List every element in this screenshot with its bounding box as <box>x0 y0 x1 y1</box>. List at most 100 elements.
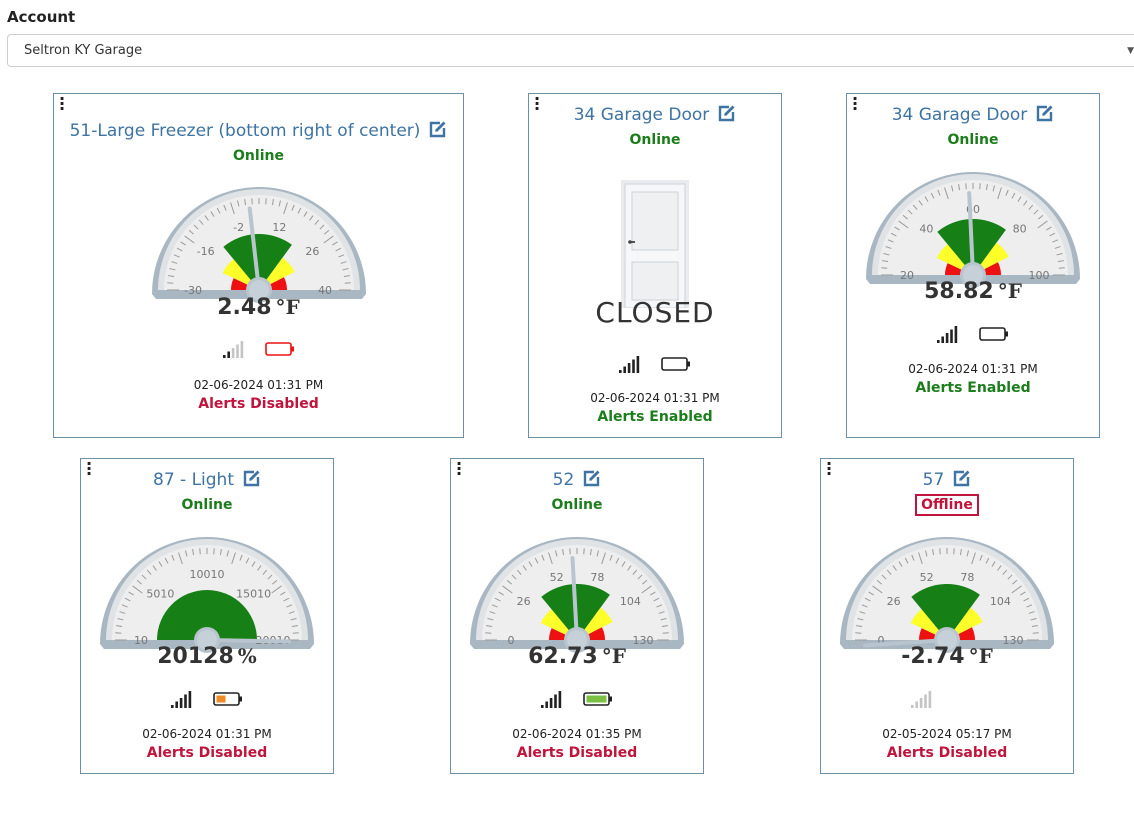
status-badge: Online <box>181 497 233 513</box>
signal-icon <box>619 356 640 373</box>
last-update-timestamp: 02-06-2024 01:31 PM <box>908 362 1038 376</box>
edit-icon[interactable] <box>1035 104 1054 123</box>
device-title-row: 34 Garage Door <box>847 104 1099 125</box>
reading-unit: °F <box>275 295 300 319</box>
device-reading: -2.74 °F <box>821 644 1073 669</box>
door-container <box>621 180 689 312</box>
status-badge: Online <box>233 148 284 164</box>
battery-icon <box>979 327 1008 341</box>
edit-icon[interactable] <box>717 104 736 123</box>
chevron-down-icon[interactable]: ▼ <box>1127 46 1134 56</box>
device-indicators <box>821 689 1073 708</box>
device-reading: 2.48 °F <box>54 295 463 320</box>
device-indicators <box>81 689 333 708</box>
gauge-tick-label: 52 <box>920 571 934 584</box>
gauge-container: 105010100101501020010 <box>96 529 318 658</box>
signal-icon <box>171 691 192 708</box>
account-selected-value: Seltron KY Garage <box>24 43 143 58</box>
edit-icon[interactable] <box>952 469 971 488</box>
gauge-tick-label: 10010 <box>190 568 225 581</box>
gauge-tick-label: 78 <box>590 571 604 584</box>
device-title[interactable]: 51-Large Freezer (bottom right of center… <box>70 121 421 141</box>
device-title-row: 57 <box>821 469 1073 490</box>
alerts-status[interactable]: Alerts Disabled <box>81 745 333 761</box>
device-title-row: 87 - Light <box>81 469 333 490</box>
signal-icon <box>222 341 243 358</box>
device-reading: 62.73 °F <box>451 644 703 669</box>
signal-icon <box>541 691 562 708</box>
device-reading: 58.82 °F <box>847 279 1099 304</box>
gauge-tick-label: 52 <box>550 571 564 584</box>
account-select[interactable]: Seltron KY Garage ▼ <box>7 34 1134 67</box>
gauge: 02652 78104130 <box>470 537 684 653</box>
gauge-container: 0 26 52 78 104 130 <box>836 529 1058 658</box>
gauge-tick-label: 78 <box>960 571 974 584</box>
edit-icon[interactable] <box>582 469 601 488</box>
battery-icon <box>953 690 983 708</box>
gauge-tick-label: 80 <box>1013 222 1027 235</box>
device-title[interactable]: 34 Garage Door <box>574 105 710 125</box>
battery-icon <box>213 692 242 706</box>
device-card: · · · 51-Large Freezer (bottom right of cen… <box>53 91 464 438</box>
gauge-tick-label: 40 <box>919 222 933 235</box>
device-status: Online <box>847 132 1099 148</box>
signal-icon <box>937 326 958 343</box>
kebab-menu-icon[interactable]: · · · <box>58 91 66 117</box>
device-indicators <box>529 354 781 373</box>
device-status: Online <box>81 497 333 513</box>
device-title-row: 52 <box>451 469 703 490</box>
alerts-status[interactable]: Alerts Enabled <box>529 409 781 425</box>
door-image <box>621 180 689 309</box>
device-status: Online <box>529 132 781 148</box>
alerts-status[interactable]: Alerts Enabled <box>847 380 1099 396</box>
device-status: Online <box>54 148 463 164</box>
device-title[interactable]: 87 - Light <box>153 470 234 490</box>
gauge-tick-label: -2 <box>233 221 244 234</box>
last-update-timestamp: 02-06-2024 01:31 PM <box>590 391 720 405</box>
alerts-status[interactable]: Alerts Disabled <box>821 745 1073 761</box>
gauge: 105010100101501020010 <box>100 537 314 653</box>
gauge-tick-label: 26 <box>305 245 319 258</box>
device-status: Online <box>451 497 703 513</box>
device-card: · · · 34 Garage Door Online 20 40 60 80 100 58.82 °… <box>846 91 1100 438</box>
reading-unit: % <box>237 644 257 668</box>
device-status: Offline <box>821 494 1073 516</box>
reading-value: 20128 <box>157 644 234 669</box>
reading-unit: °F <box>601 644 626 668</box>
alerts-status[interactable]: Alerts Disabled <box>54 396 463 412</box>
gauge: 02652 78104130 <box>840 537 1054 653</box>
last-update-timestamp: 02-06-2024 01:31 PM <box>193 378 324 392</box>
gauge: -30-16-2 122640 <box>151 187 366 303</box>
battery-icon <box>583 692 612 706</box>
edit-icon[interactable] <box>428 120 447 139</box>
reading-value: 58.82 <box>924 279 994 304</box>
device-indicators <box>54 339 463 358</box>
gauge-container: 0 26 52 78 104 130 <box>466 529 688 658</box>
status-badge: Online <box>947 132 999 148</box>
edit-icon[interactable] <box>242 469 261 488</box>
device-reading: 20128% <box>81 644 333 669</box>
device-title[interactable]: 34 Garage Door <box>892 105 1028 125</box>
gauge: 20406080100 <box>866 172 1080 288</box>
last-update-timestamp: 02-06-2024 01:35 PM <box>512 727 642 741</box>
gauge-tick-label: 12 <box>272 221 286 234</box>
gauge-tick-label: 5010 <box>146 587 174 600</box>
device-indicators <box>451 689 703 708</box>
device-card: · · · 34 Garage Door Online CLOSED 02-06-2024 … <box>528 91 782 438</box>
device-title[interactable]: 52 <box>553 470 575 490</box>
device-title[interactable]: 57 <box>923 470 945 490</box>
device-card: · · · 57 Offline 0 26 52 78 104 130 -2.74 °F 02-05-20… <box>820 456 1074 774</box>
last-update-timestamp: 02-06-2024 01:31 PM <box>142 727 272 741</box>
door-state-label: CLOSED <box>595 296 715 329</box>
device-title-row: 34 Garage Door <box>529 104 781 125</box>
reading-value: 62.73 <box>528 644 598 669</box>
alerts-status[interactable]: Alerts Disabled <box>451 745 703 761</box>
reading-value: -2.74 <box>901 644 965 669</box>
signal-icon <box>911 691 932 708</box>
gauge-tick-label: 15010 <box>236 587 271 600</box>
reading-unit: °F <box>968 644 993 668</box>
gauge-tick-label: 104 <box>620 595 641 608</box>
device-card: · · · 52 Online 0 26 52 78 104 130 62.73 °F 02-06-202… <box>450 456 704 774</box>
device-indicators <box>847 324 1099 343</box>
gauge-tick-label: 26 <box>517 595 531 608</box>
